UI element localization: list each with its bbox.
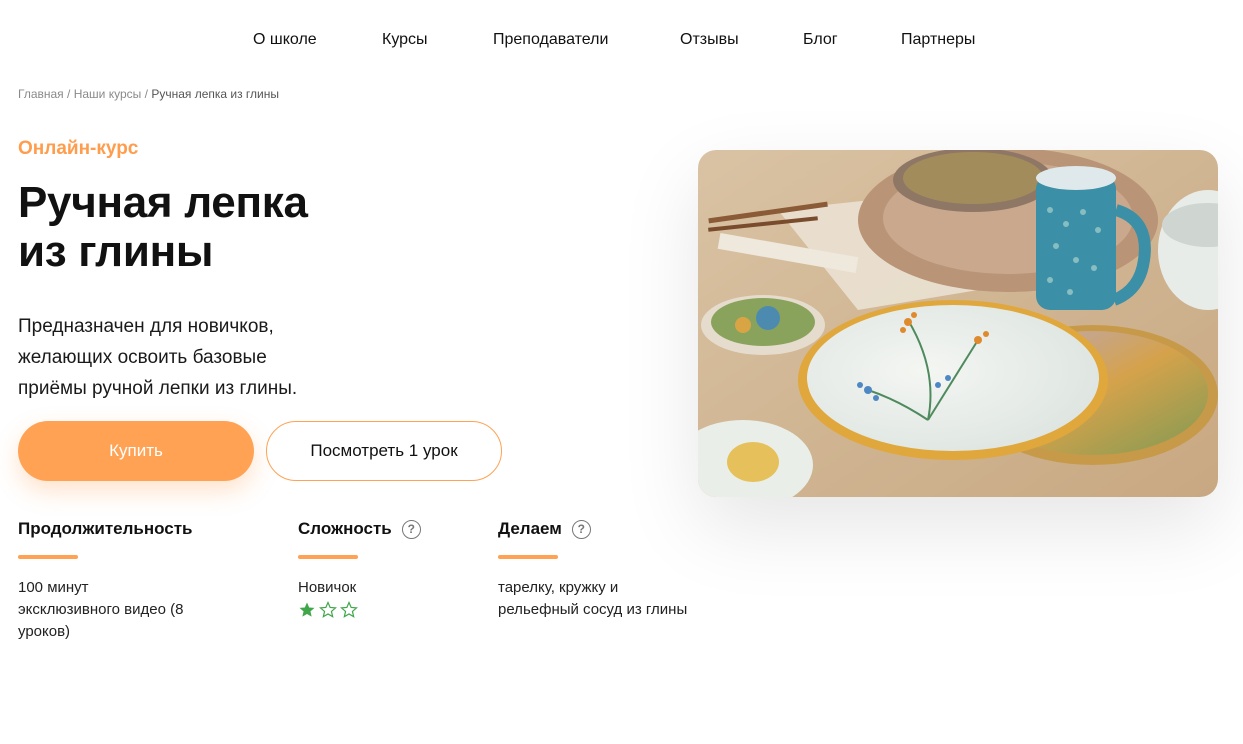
nav-link-about[interactable]: О школе xyxy=(253,30,317,50)
page-title: Ручная лепка из глины xyxy=(18,178,418,276)
description-line: приёмы ручной лепки из глины. xyxy=(18,378,298,399)
stat-line: уроков) xyxy=(18,623,71,640)
star-filled-icon xyxy=(299,602,315,617)
star-outline-icon xyxy=(319,601,337,618)
stat-difficulty: Сложность ? Новичок xyxy=(298,517,421,619)
difficulty-level: Новичок xyxy=(298,579,357,596)
stat-line: рельефный сосуд из глины xyxy=(498,601,688,618)
stat-making-value: тарелку, кружку и рельефный сосуд из гли… xyxy=(498,577,687,621)
course-hero-image xyxy=(698,150,1218,497)
nav-link-courses[interactable]: Курсы xyxy=(382,30,428,50)
description-line: желающих освоить базовые xyxy=(18,347,267,368)
buy-button[interactable]: Купить xyxy=(18,421,254,481)
question-icon[interactable]: ? xyxy=(571,519,591,539)
nav-link-blog[interactable]: Блог xyxy=(803,30,838,50)
stat-difficulty-value: Новичок xyxy=(298,577,421,619)
stat-underline xyxy=(298,555,358,559)
star-outline-icon xyxy=(340,601,358,618)
stat-making-title: Делаем xyxy=(498,519,562,538)
stat-making: Делаем ? тарелку, кружку и рельефный сос… xyxy=(498,517,687,621)
top-navigation: О школе Курсы Преподаватели Отзывы Блог … xyxy=(0,0,1243,80)
stat-difficulty-title: Сложность xyxy=(298,519,392,538)
stat-underline xyxy=(498,555,558,559)
breadcrumb-separator: / xyxy=(67,87,71,101)
stat-line: эксклюзивного видео (8 xyxy=(18,601,184,618)
title-line: Ручная лепка xyxy=(18,178,308,227)
course-type-label: Онлайн-курс xyxy=(18,138,139,159)
question-icon[interactable]: ? xyxy=(401,519,421,539)
stat-duration: Продолжительность 100 минут эксклюзивног… xyxy=(18,517,193,643)
breadcrumb-home[interactable]: Главная xyxy=(18,87,64,101)
stat-duration-value: 100 минут эксклюзивного видео (8 уроков) xyxy=(18,577,193,643)
ceramics-photo-icon xyxy=(698,150,1218,497)
stat-making-header: Делаем ? xyxy=(498,517,687,541)
breadcrumb-separator: / xyxy=(144,87,148,101)
difficulty-stars xyxy=(298,601,421,619)
breadcrumb-current: Ручная лепка из глины xyxy=(151,87,280,101)
breadcrumb-courses[interactable]: Наши курсы xyxy=(74,87,142,101)
course-description: Предназначен для новичков, желающих осво… xyxy=(18,311,358,404)
nav-link-reviews[interactable]: Отзывы xyxy=(680,30,739,50)
stat-line: 100 минут xyxy=(18,579,89,596)
description-line: Предназначен для новичков, xyxy=(18,316,274,337)
stat-duration-title: Продолжительность xyxy=(18,519,193,538)
breadcrumb: Главная / Наши курсы / Ручная лепка из г… xyxy=(18,87,279,101)
stat-line: тарелку, кружку и xyxy=(498,579,619,596)
stat-underline xyxy=(18,555,78,559)
nav-link-partners[interactable]: Партнеры xyxy=(901,30,975,50)
stat-difficulty-header: Сложность ? xyxy=(298,517,421,541)
title-line: из глины xyxy=(18,227,214,276)
watch-lesson-button[interactable]: Посмотреть 1 урок xyxy=(266,421,502,481)
nav-link-teachers[interactable]: Преподаватели xyxy=(493,30,608,50)
